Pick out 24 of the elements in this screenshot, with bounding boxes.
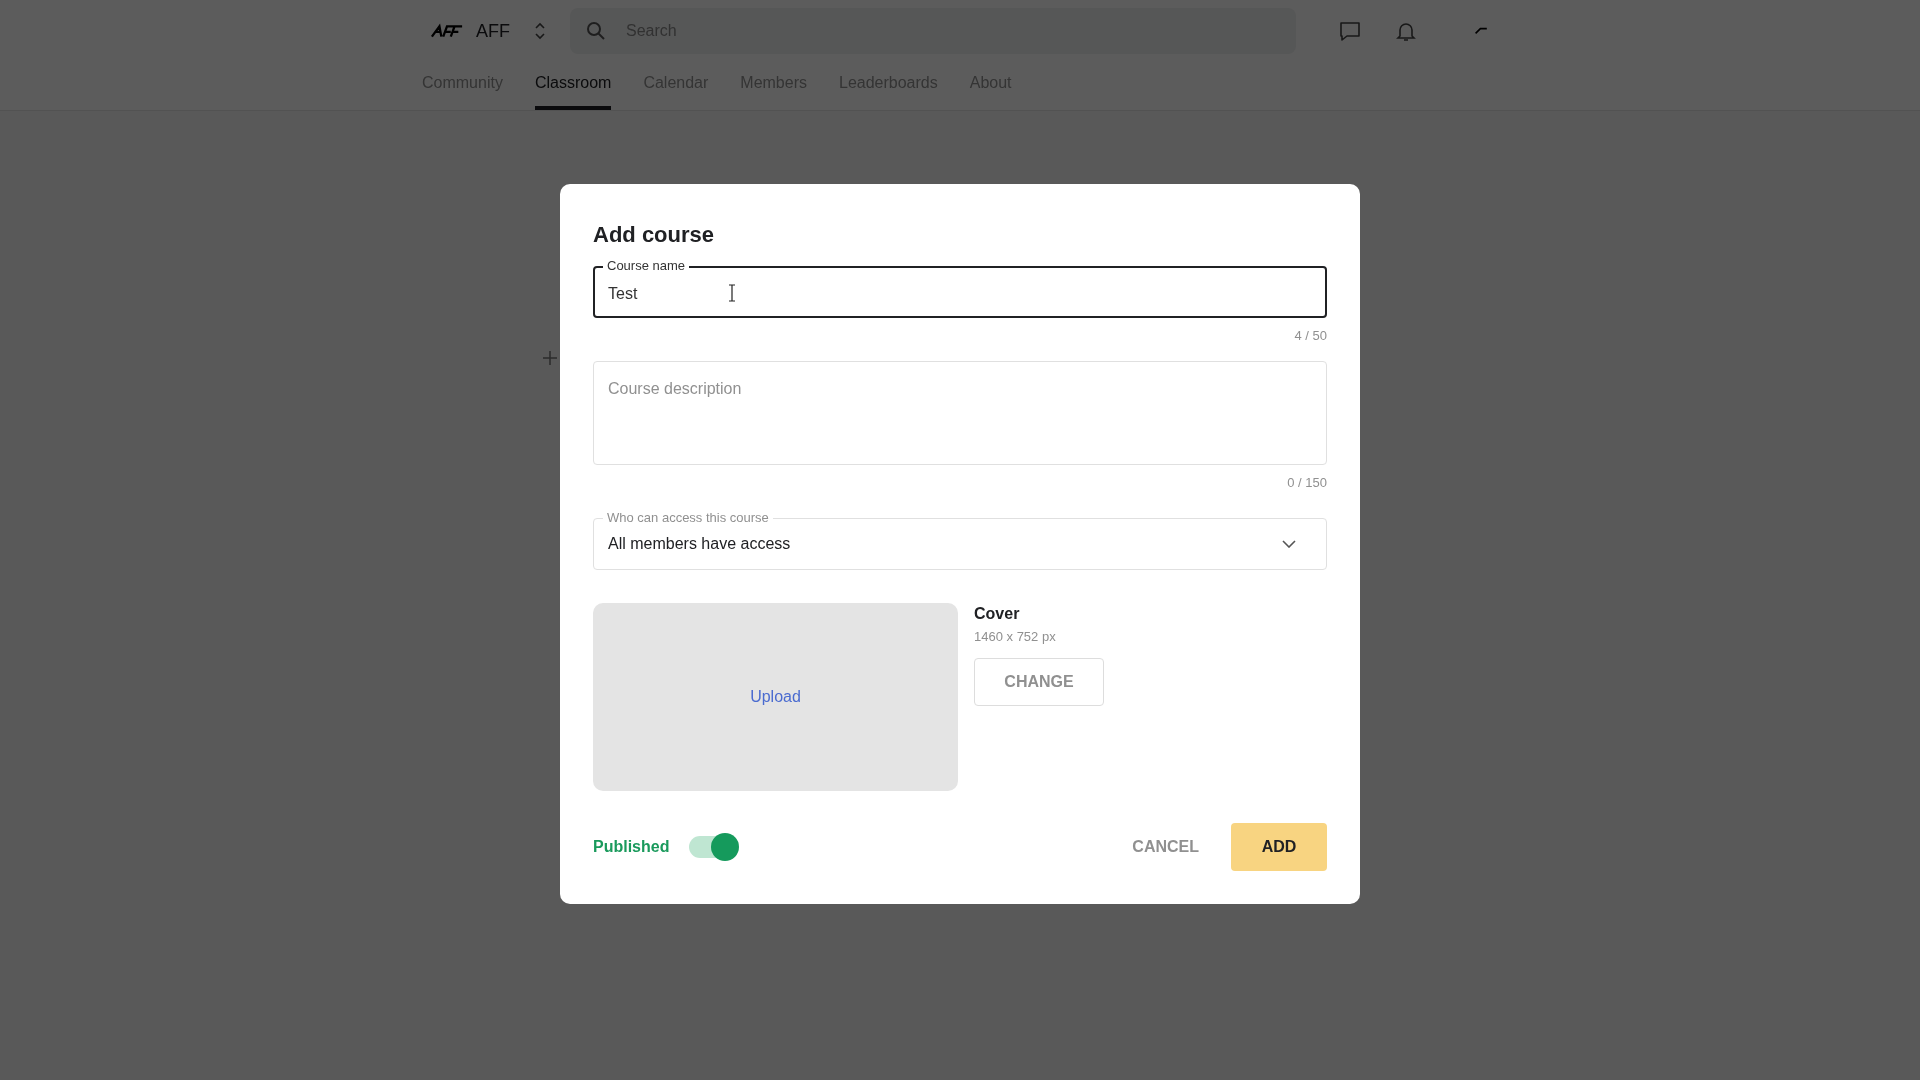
group-name[interactable]: AFF xyxy=(476,20,510,42)
dropdown-value: All members have access xyxy=(608,535,792,553)
change-button[interactable]: CHANGE xyxy=(974,658,1104,706)
cover-title: Cover xyxy=(974,605,1020,623)
cancel-button[interactable]: CANCEL xyxy=(1116,823,1215,871)
avatar-icon[interactable] xyxy=(1474,27,1490,35)
chat-icon[interactable] xyxy=(1338,19,1362,43)
switch-chevrons-icon[interactable] xyxy=(534,21,546,41)
character-counter: 0 / 150 xyxy=(1286,475,1327,490)
add-button[interactable]: ADD xyxy=(1231,823,1327,871)
plus-icon[interactable] xyxy=(543,351,557,365)
text-cursor-icon xyxy=(728,284,736,302)
course-description-field[interactable]: Course description xyxy=(593,361,1327,465)
nav-tab[interactable]: Classroom xyxy=(534,62,612,110)
chevron-down-icon xyxy=(1282,540,1296,548)
search-icon xyxy=(586,21,606,41)
published-label: Published xyxy=(593,838,670,856)
brush-logo-icon[interactable] xyxy=(430,23,464,39)
cover-size: 1460 x 752 px xyxy=(974,629,1056,644)
published-toggle[interactable] xyxy=(689,833,740,861)
upload-area[interactable]: Upload xyxy=(593,603,958,791)
upload-link[interactable]: Upload xyxy=(750,688,801,706)
character-counter: 4 / 50 xyxy=(1293,328,1327,343)
dialog-title: Add course xyxy=(593,222,716,248)
